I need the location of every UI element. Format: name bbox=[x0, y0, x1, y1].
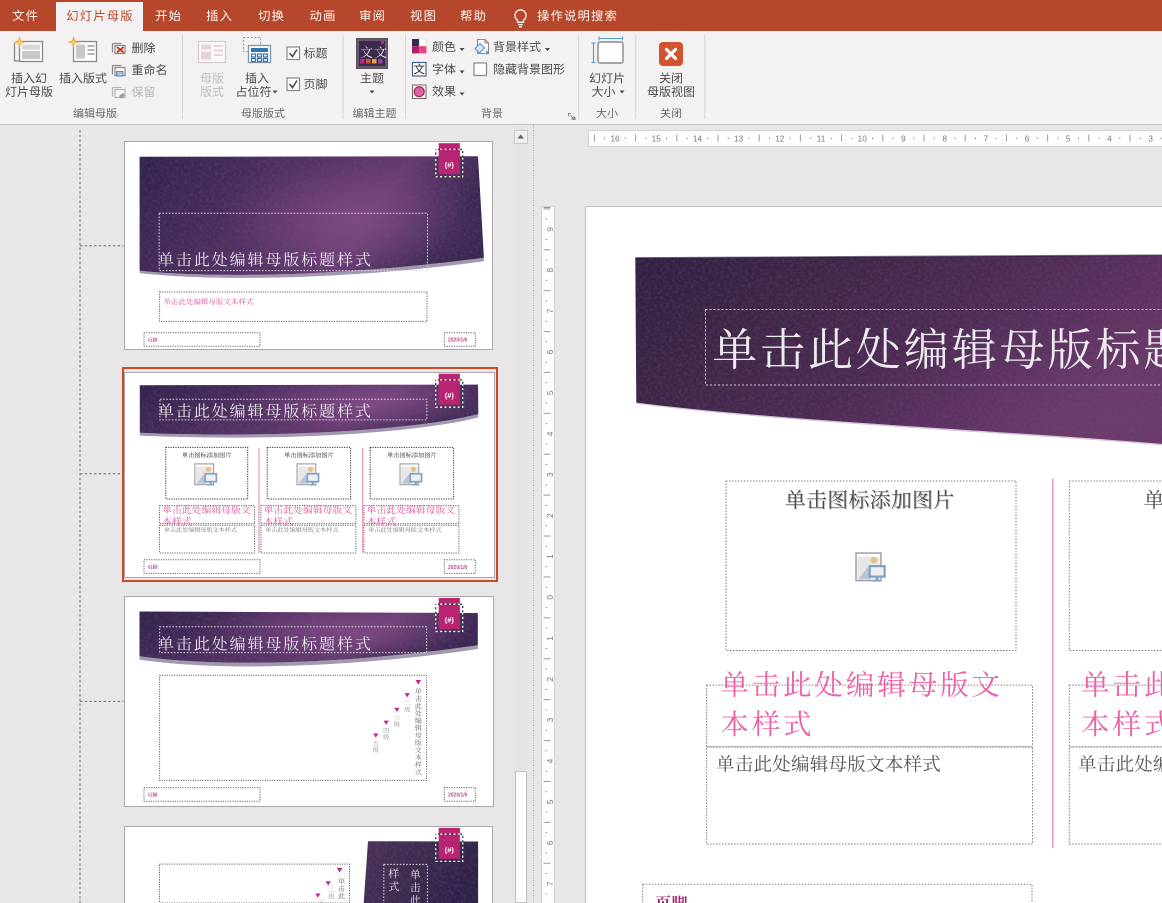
svg-text:3: 3 bbox=[546, 472, 555, 477]
svg-text:(#): (#) bbox=[445, 391, 455, 400]
svg-text:15: 15 bbox=[652, 135, 662, 144]
svg-text:16: 16 bbox=[610, 135, 620, 144]
svg-text:2: 2 bbox=[546, 676, 555, 681]
svg-text:3: 3 bbox=[546, 717, 555, 722]
svg-text:8: 8 bbox=[942, 135, 947, 144]
svg-text:1: 1 bbox=[546, 636, 555, 641]
svg-text:9: 9 bbox=[901, 135, 906, 144]
svg-text:12: 12 bbox=[775, 135, 785, 144]
svg-text:0: 0 bbox=[546, 595, 555, 600]
svg-text:6: 6 bbox=[546, 349, 555, 354]
svg-text:13: 13 bbox=[734, 135, 744, 144]
svg-text:4: 4 bbox=[546, 758, 555, 763]
svg-text:2020/1/6: 2020/1/6 bbox=[448, 565, 468, 571]
svg-text:5: 5 bbox=[1066, 135, 1071, 144]
svg-text:7: 7 bbox=[546, 881, 555, 886]
svg-text:2020/1/6: 2020/1/6 bbox=[448, 338, 468, 344]
svg-text:7: 7 bbox=[984, 135, 989, 144]
svg-text:8: 8 bbox=[546, 267, 555, 272]
svg-text:4: 4 bbox=[1107, 135, 1112, 144]
svg-text:(#): (#) bbox=[445, 845, 455, 854]
svg-text:5: 5 bbox=[546, 390, 555, 395]
svg-text:9: 9 bbox=[546, 227, 555, 232]
svg-text:(#): (#) bbox=[445, 161, 455, 170]
svg-text:(#): (#) bbox=[445, 616, 455, 625]
svg-text:1: 1 bbox=[546, 554, 555, 559]
svg-text:11: 11 bbox=[817, 135, 826, 144]
svg-text:14: 14 bbox=[693, 135, 703, 144]
svg-text:2: 2 bbox=[546, 513, 555, 518]
svg-text:10: 10 bbox=[858, 135, 868, 144]
svg-text:3: 3 bbox=[1148, 135, 1153, 144]
svg-text:5: 5 bbox=[546, 799, 555, 804]
svg-text:7: 7 bbox=[546, 308, 555, 313]
svg-text:6: 6 bbox=[546, 840, 555, 845]
svg-text:2020/1/6: 2020/1/6 bbox=[448, 793, 468, 799]
svg-text:4: 4 bbox=[546, 431, 555, 436]
svg-text:6: 6 bbox=[1025, 135, 1030, 144]
